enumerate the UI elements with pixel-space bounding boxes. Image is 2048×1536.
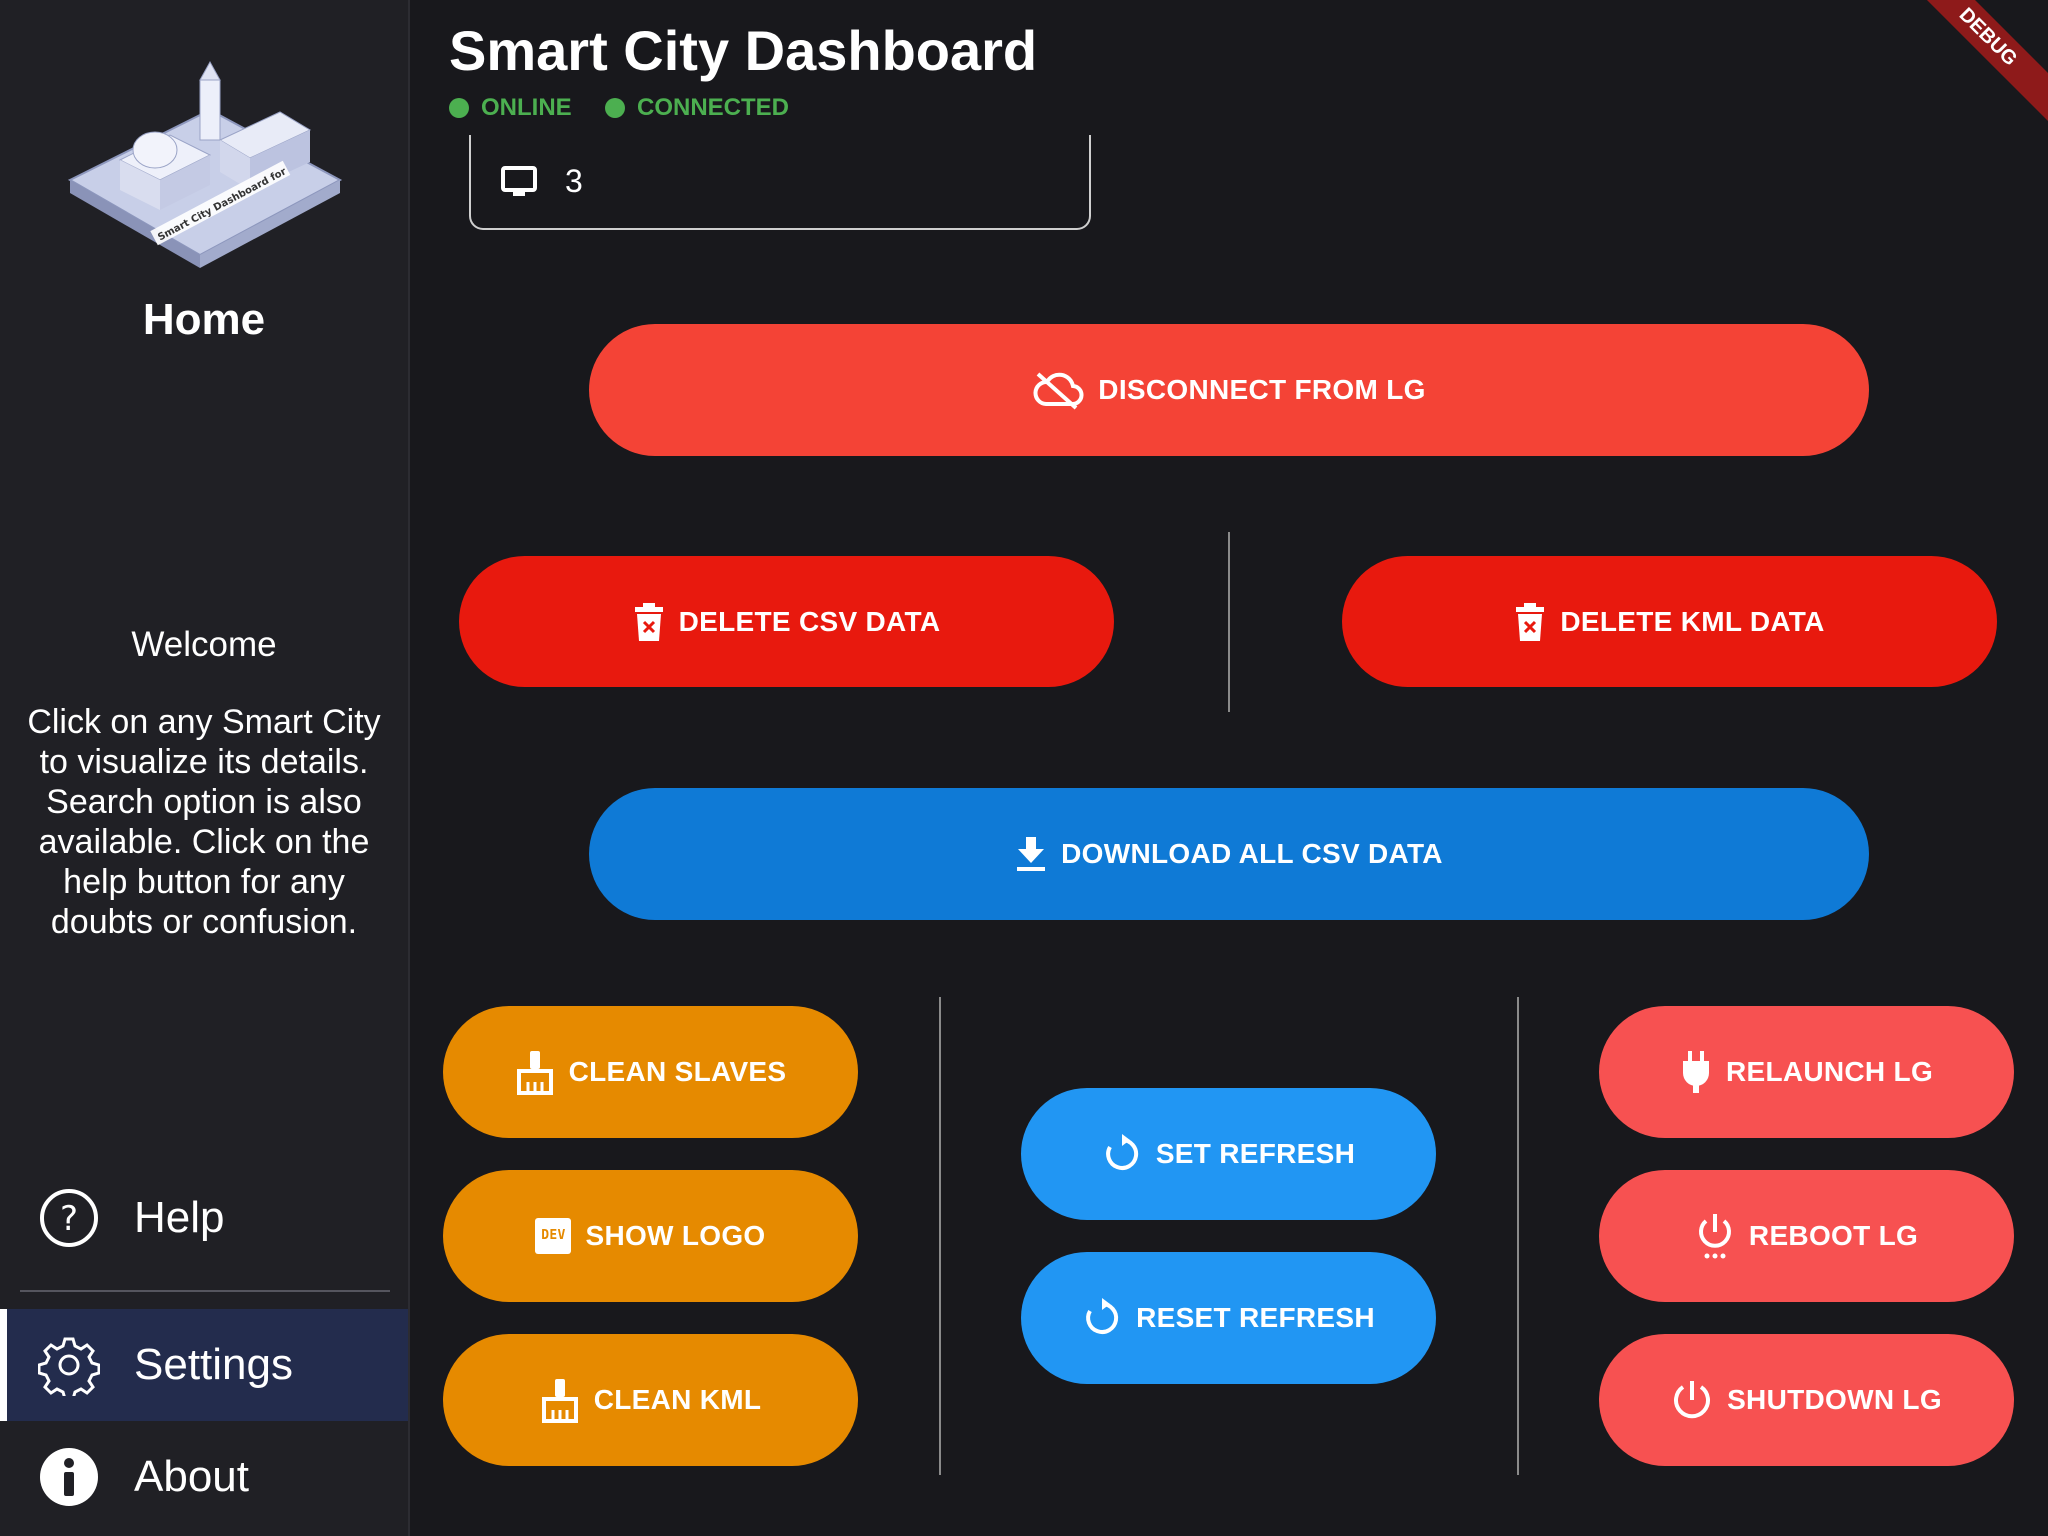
trash-icon <box>1514 602 1546 642</box>
delete-kml-label: DELETE KML DATA <box>1560 605 1825 637</box>
broom-icon <box>540 1377 580 1423</box>
smart-city-logo: Smart City Dashboard for <box>60 50 350 280</box>
gear-icon <box>38 1334 100 1396</box>
divider-vertical <box>1517 997 1519 1475</box>
connected-dot-icon <box>605 98 625 118</box>
nav-label-settings: Settings <box>134 1340 293 1389</box>
debug-banner: DEBUG <box>1891 0 2048 134</box>
nav-item-about[interactable]: About <box>0 1422 408 1532</box>
cloud-off-icon <box>1032 370 1084 410</box>
set-refresh-button[interactable]: SET REFRESH <box>1021 1088 1436 1220</box>
reboot-lg-label: REBOOT LG <box>1748 1220 1919 1251</box>
online-dot-icon <box>449 98 469 118</box>
reset-refresh-label: RESET REFRESH <box>1136 1302 1375 1333</box>
lg-screens-value: 3 <box>565 163 583 199</box>
home-title: Home <box>142 295 266 344</box>
plug-icon <box>1680 1051 1712 1093</box>
disconnect-button[interactable]: DISCONNECT FROM LG <box>589 324 1869 456</box>
shutdown-lg-button[interactable]: SHUTDOWN LG <box>1599 1334 2014 1466</box>
clean-kml-label: CLEAN KML <box>593 1384 762 1415</box>
nav-label-about: About <box>134 1452 249 1501</box>
refresh-icon <box>1102 1134 1142 1174</box>
connected-status: CONNECTED <box>605 94 789 122</box>
broom-icon <box>515 1049 555 1095</box>
clean-slaves-button[interactable]: CLEAN SLAVES <box>443 1006 858 1138</box>
monitor-icon <box>501 164 537 200</box>
dev-badge-text: DEV <box>535 1218 572 1254</box>
page-title: Smart City Dashboard <box>449 19 1038 82</box>
reboot-lg-button[interactable]: REBOOT LG <box>1599 1170 2014 1302</box>
divider-vertical <box>939 997 941 1475</box>
online-label: ONLINE <box>481 94 572 121</box>
connected-label: CONNECTED <box>637 94 790 121</box>
nav-item-settings[interactable]: Settings <box>0 1309 408 1421</box>
reset-refresh-button[interactable]: RESET REFRESH <box>1021 1252 1436 1384</box>
download-csv-label: DOWNLOAD ALL CSV DATA <box>1061 838 1443 869</box>
info-icon <box>38 1446 100 1508</box>
divider-vertical <box>1228 532 1230 712</box>
refresh-icon <box>1082 1298 1122 1338</box>
delete-csv-button[interactable]: DELETE CSV DATA <box>459 556 1114 687</box>
show-logo-label: SHOW LOGO <box>585 1220 766 1251</box>
nav-label-help: Help <box>134 1193 225 1242</box>
nav-divider <box>20 1290 390 1292</box>
dev-badge-icon: DEV <box>535 1218 572 1254</box>
download-csv-button[interactable]: DOWNLOAD ALL CSV DATA <box>589 788 1869 920</box>
show-logo-button[interactable]: DEV SHOW LOGO <box>443 1170 858 1302</box>
svg-text:?: ? <box>60 1199 78 1239</box>
nav-item-help[interactable]: ? Help <box>0 1163 408 1273</box>
power-icon <box>1671 1379 1713 1421</box>
power-settings-icon <box>1695 1212 1735 1260</box>
disconnect-label: DISCONNECT FROM LG <box>1098 374 1426 405</box>
sidebar: Smart City Dashboard for Home Welcome Cl… <box>0 0 410 1536</box>
lg-screens-field[interactable]: 3 <box>469 135 1091 230</box>
online-status: ONLINE <box>449 94 572 122</box>
trash-icon <box>633 602 665 642</box>
delete-csv-label: DELETE CSV DATA <box>678 605 941 637</box>
delete-kml-button[interactable]: DELETE KML DATA <box>1342 556 1997 687</box>
help-circle-icon: ? <box>38 1187 100 1249</box>
set-refresh-label: SET REFRESH <box>1155 1138 1356 1169</box>
relaunch-lg-button[interactable]: RELAUNCH LG <box>1599 1006 2014 1138</box>
welcome-text: Click on any Smart City to visualize its… <box>27 703 381 941</box>
clean-kml-button[interactable]: CLEAN KML <box>443 1334 858 1466</box>
relaunch-lg-label: RELAUNCH LG <box>1725 1056 1934 1087</box>
shutdown-lg-label: SHUTDOWN LG <box>1727 1384 1942 1415</box>
welcome-title: Welcome <box>131 625 277 664</box>
download-icon <box>1015 835 1047 873</box>
clean-slaves-label: CLEAN SLAVES <box>568 1056 787 1087</box>
